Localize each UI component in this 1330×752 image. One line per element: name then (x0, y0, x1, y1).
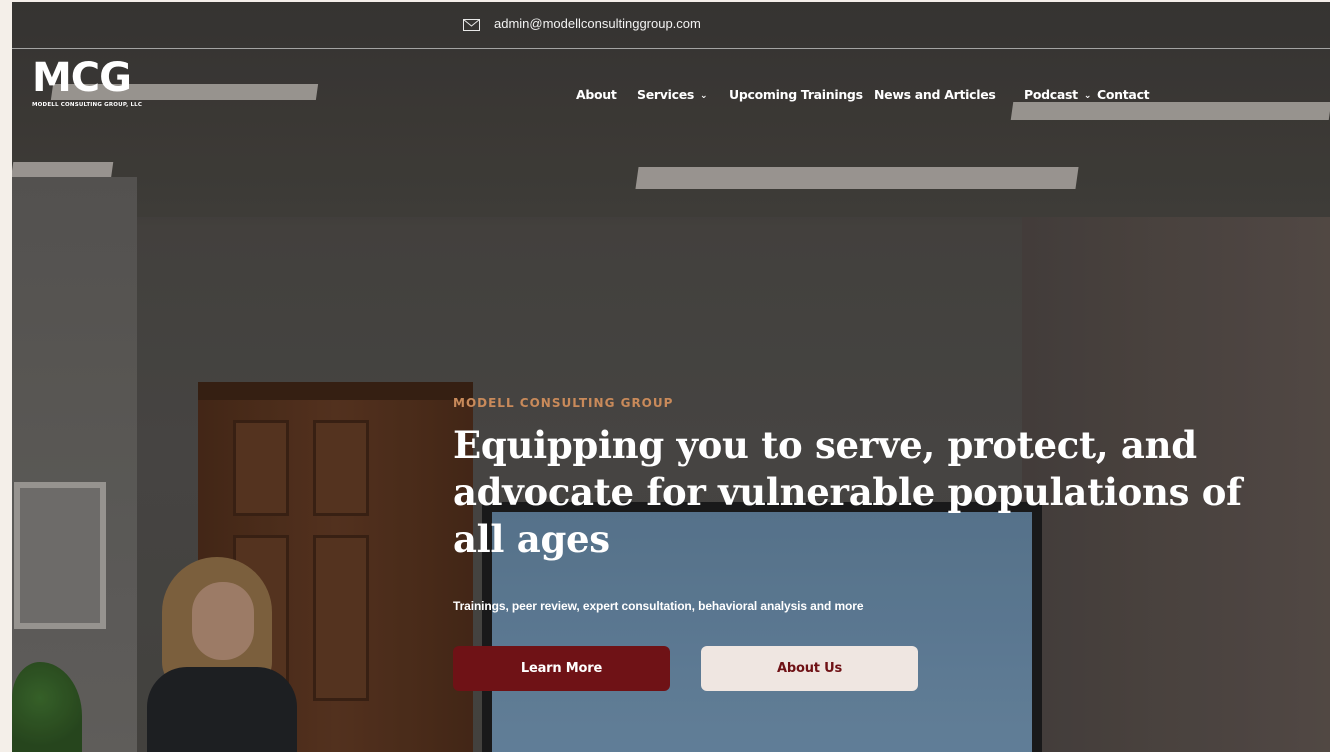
nav-item-contact[interactable]: Contact (1097, 87, 1150, 102)
envelope-icon (463, 19, 480, 31)
nav-item-upcoming-trainings[interactable]: Upcoming Trainings (729, 87, 863, 102)
hero-section: admin@modellconsultinggroup.com MCG MODE… (12, 2, 1330, 752)
site-logo[interactable]: MCG MODELL CONSULTING GROUP, LLC (32, 58, 162, 118)
nav-item-podcast[interactable]: Podcast ⌄ (1024, 87, 1091, 102)
logo-mark: MCG (32, 55, 132, 101)
about-us-button[interactable]: About Us (701, 646, 918, 691)
hero-eyebrow: MODELL CONSULTING GROUP (453, 396, 674, 410)
contact-email-link[interactable]: admin@modellconsultinggroup.com (494, 16, 701, 31)
learn-more-button[interactable]: Learn More (453, 646, 670, 691)
top-bar: admin@modellconsultinggroup.com (12, 2, 1330, 49)
hero-headline: Equipping you to serve, protect, and adv… (453, 423, 1242, 561)
hero-overlay (12, 2, 1330, 752)
chevron-down-icon: ⌄ (1083, 91, 1092, 101)
chevron-down-icon: ⌄ (700, 91, 708, 101)
hero-subline: Trainings, peer review, expert consultat… (453, 599, 864, 613)
nav-item-news-and-articles[interactable]: News and Articles (874, 87, 996, 102)
logo-subtitle: MODELL CONSULTING GROUP, LLC (32, 102, 143, 108)
nav-item-services[interactable]: Services ⌄ (637, 87, 708, 102)
nav-item-about[interactable]: About (576, 87, 617, 102)
